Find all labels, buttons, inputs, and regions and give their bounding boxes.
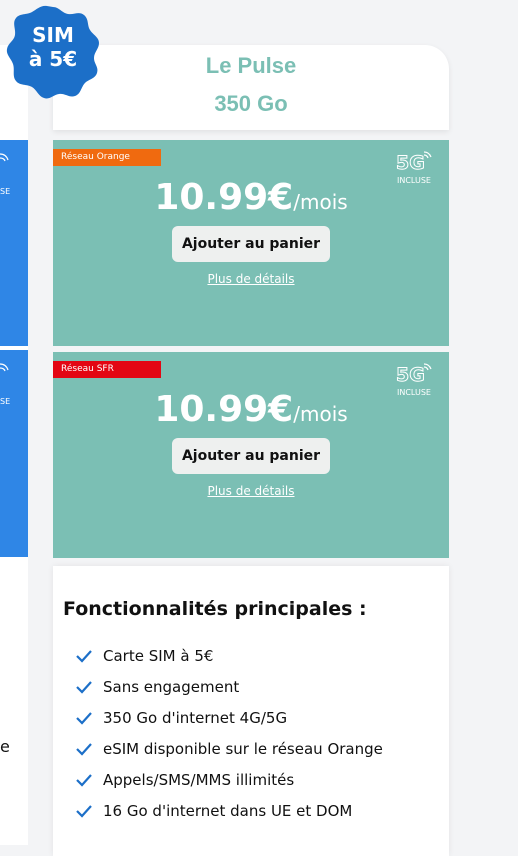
- check-icon: [76, 742, 92, 756]
- previous-incluse-fragment: SE: [0, 187, 11, 196]
- feature-text: Appels/SMS/MMS illimités: [103, 770, 295, 789]
- feature-item: Sans engagement: [75, 671, 383, 702]
- network-tag-orange: Réseau Orange: [53, 149, 161, 166]
- offer-sfr: Réseau SFR 5G INCLUSE 10.99€/mois Ajoute…: [53, 352, 449, 558]
- feature-item: 350 Go d'internet 4G/5G: [75, 702, 383, 733]
- check-icon: [76, 804, 92, 818]
- badge-line-2: à 5€: [28, 47, 78, 71]
- features-panel: Fonctionnalités principales : Carte SIM …: [53, 566, 449, 856]
- previous-feature-fragment: e: [0, 737, 10, 756]
- price-amount: 10.99€: [154, 177, 294, 218]
- plan-data-amount: 350 Go: [214, 91, 288, 116]
- check-icon: [76, 649, 92, 663]
- add-to-cart-button[interactable]: Ajouter au panier: [172, 226, 330, 262]
- feature-text: Carte SIM à 5€: [103, 646, 214, 665]
- fiveg-icon: [0, 153, 9, 162]
- price-amount: 10.99€: [154, 389, 294, 430]
- plan-name: Le Pulse: [205, 53, 297, 78]
- sim-price-badge: SIM à 5€: [5, 23, 101, 71]
- offer-price: 10.99€/mois: [53, 389, 449, 430]
- previous-incluse-fragment: SE: [0, 397, 11, 406]
- previous-offer-panel-2: SE: [0, 350, 28, 557]
- fiveg-icon: 5G: [396, 151, 432, 175]
- offer-price: 10.99€/mois: [53, 177, 449, 218]
- fiveg-icon: 5G: [396, 363, 432, 387]
- svg-text:5G: 5G: [396, 364, 425, 384]
- offer-orange: Réseau Orange 5G INCLUSE 10.99€/mois Ajo…: [53, 140, 449, 346]
- feature-text: 16 Go d'internet dans UE et DOM: [103, 801, 353, 820]
- price-unit: /mois: [293, 402, 348, 426]
- features-title: Fonctionnalités principales :: [63, 598, 367, 620]
- feature-item: 16 Go d'internet dans UE et DOM: [75, 795, 383, 826]
- feature-text: eSIM disponible sur le réseau Orange: [103, 739, 383, 758]
- check-icon: [76, 773, 92, 787]
- feature-text: 350 Go d'internet 4G/5G: [103, 708, 288, 727]
- price-unit: /mois: [293, 190, 348, 214]
- more-details-link[interactable]: Plus de détails: [53, 272, 449, 286]
- feature-item: Appels/SMS/MMS illimités: [75, 764, 383, 795]
- feature-item: eSIM disponible sur le réseau Orange: [75, 733, 383, 764]
- check-icon: [76, 711, 92, 725]
- check-icon: [76, 680, 92, 694]
- add-to-cart-button[interactable]: Ajouter au panier: [172, 438, 330, 474]
- feature-item: Carte SIM à 5€: [75, 640, 383, 671]
- svg-text:5G: 5G: [396, 152, 425, 172]
- more-details-link[interactable]: Plus de détails: [53, 484, 449, 498]
- network-tag-sfr: Réseau SFR: [53, 361, 161, 378]
- features-list: Carte SIM à 5€ Sans engagement 350 Go d'…: [75, 640, 383, 826]
- fiveg-icon: [0, 363, 9, 372]
- plan-header: Le Pulse 350 Go: [53, 45, 449, 130]
- feature-text: Sans engagement: [103, 677, 240, 696]
- badge-line-1: SIM: [32, 23, 74, 47]
- previous-offer-panel-1: SE: [0, 140, 28, 346]
